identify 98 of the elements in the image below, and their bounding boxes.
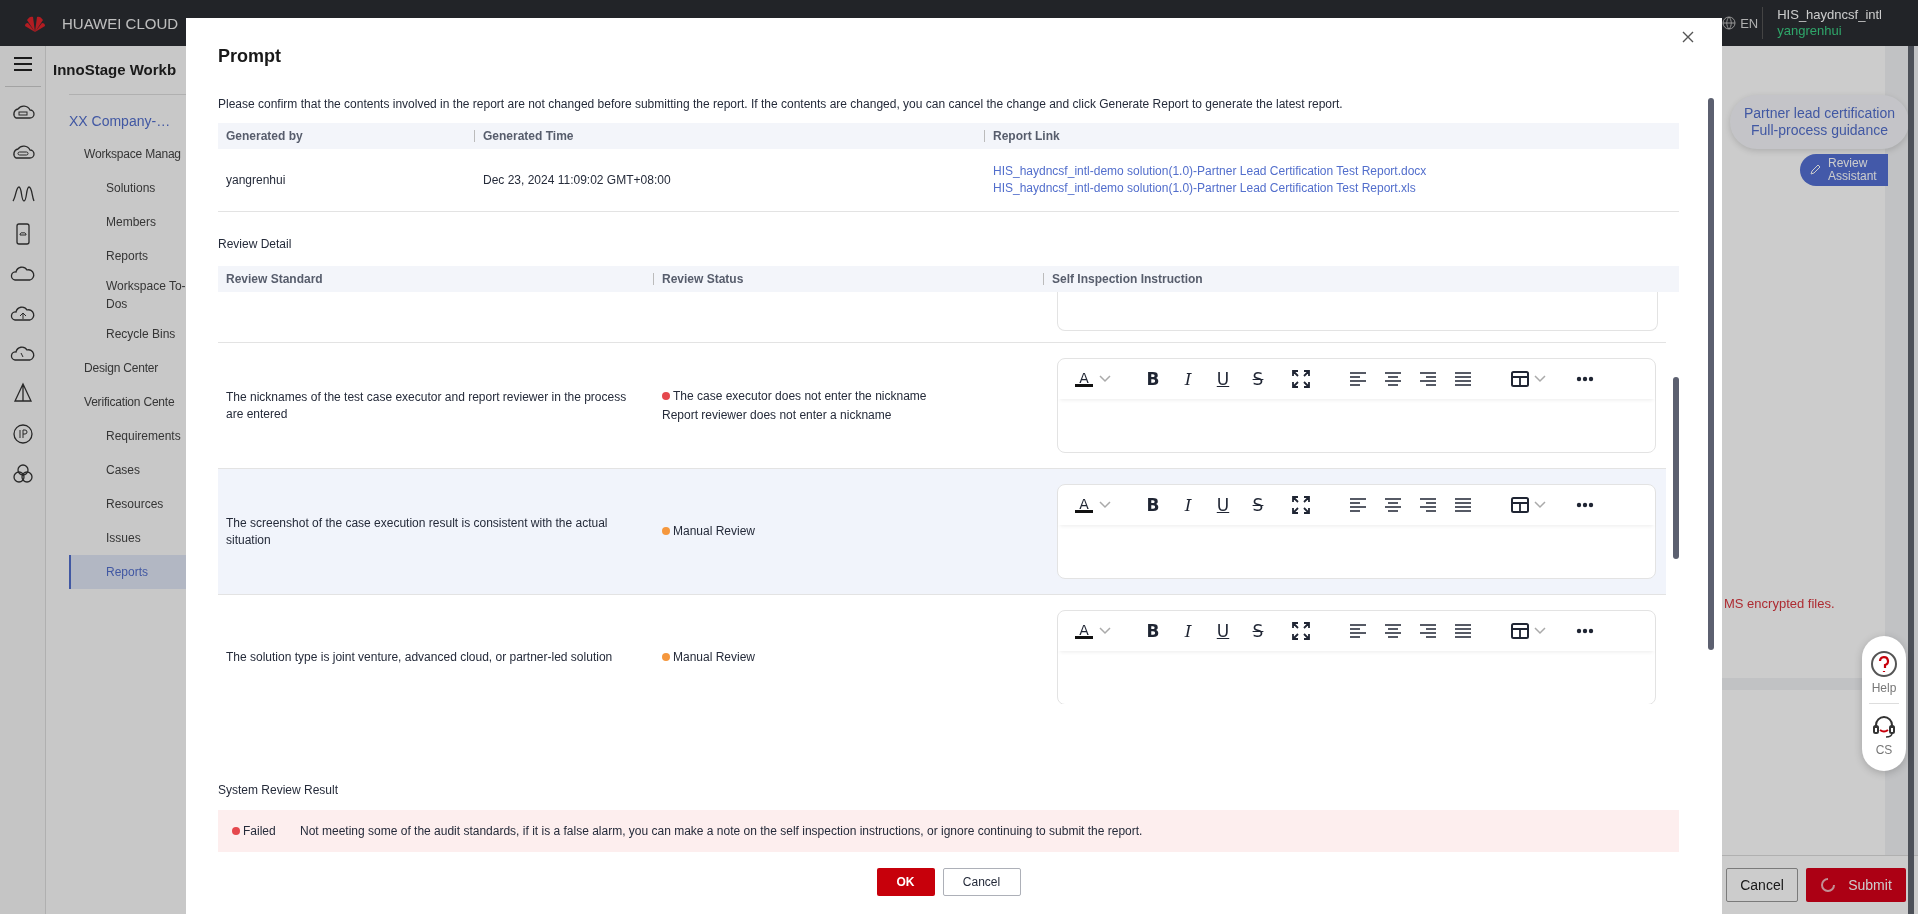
column-header: Review Status [662, 272, 744, 286]
globe-icon[interactable] [1722, 16, 1737, 30]
status-text: The case executor does not enter the nickname [673, 388, 927, 403]
table-cell: The solution type is joint venture, advanced cloud, or partner-led solution [226, 650, 613, 664]
column-header: Report Link [993, 129, 1060, 143]
nav-item[interactable]: Verification Cente [46, 385, 186, 419]
dialog-title: Prompt [218, 45, 282, 68]
fullscreen-icon[interactable] [1291, 495, 1311, 515]
nav-item[interactable]: Cases [46, 453, 186, 487]
underline-button[interactable]: U [1209, 367, 1237, 391]
table-cell: The nicknames of the test case executor and report reviewer in the process are entered [226, 389, 627, 421]
language-selector[interactable]: EN [1740, 15, 1759, 31]
project-selector[interactable]: XX Company-… [46, 113, 186, 129]
brand-name[interactable]: HUAWEI CLOUD [62, 14, 179, 32]
scrollbar-thumb[interactable] [1908, 46, 1914, 914]
report-link[interactable]: HIS_haydncsf_intl-demo solution(1.0)-Partner Lead Certification Test Report.xls [993, 181, 1679, 196]
nav-item[interactable]: Reports [46, 239, 186, 273]
font-color-button[interactable]: A [1075, 371, 1093, 387]
more-icon[interactable] [1576, 628, 1594, 634]
table-icon[interactable] [1510, 369, 1530, 389]
status-text: Failed [243, 824, 276, 838]
align-right-icon[interactable] [1418, 369, 1438, 389]
scrollbar-thumb[interactable] [1708, 98, 1714, 650]
status-text: Report reviewer does not enter a nickname [662, 407, 892, 422]
review-assistant-button[interactable]: Review Assistant [1800, 154, 1888, 186]
account-name[interactable]: HIS_haydncsf_intl [1777, 7, 1882, 23]
user-name[interactable]: yangrenhui [1777, 23, 1882, 39]
more-icon[interactable] [1576, 502, 1594, 508]
italic-button[interactable]: I [1174, 367, 1202, 391]
notice-text: MS encrypted files. [1724, 596, 1835, 611]
strikethrough-button[interactable]: S [1244, 367, 1272, 391]
table-icon[interactable] [1510, 621, 1530, 641]
report-link[interactable]: HIS_haydncsf_intl-demo solution(1.0)-Partner Lead Certification Test Report.docx [993, 164, 1679, 179]
align-center-icon[interactable] [1383, 621, 1403, 641]
table-cell: The screenshot of the case execution result is consistent with the actual situation [226, 515, 608, 547]
description-text: Please confirm that the contents involved in the report are not changed before submitting the report. If the contents are changed, you can cancel the change and click Generate Report to generate the latest report. [218, 96, 1344, 112]
justify-icon[interactable] [1453, 369, 1473, 389]
strikethrough-button[interactable]: S [1244, 493, 1272, 517]
align-center-icon[interactable] [1383, 369, 1403, 389]
close-icon[interactable] [1682, 31, 1694, 43]
help-icon[interactable] [1870, 650, 1898, 678]
section-label: Review Detail [218, 236, 293, 252]
nav-item[interactable]: Workspace Manag [46, 137, 186, 171]
status-text: Manual Review [673, 524, 756, 538]
cancel-button[interactable]: Cancel [1726, 868, 1798, 902]
align-right-icon[interactable] [1418, 495, 1438, 515]
nav-item[interactable]: Resources [46, 487, 186, 521]
table-cell: Dec 23, 2024 11:09:02 GMT+08:00 [483, 173, 671, 187]
text-editor[interactable]: A B I U S [1057, 610, 1656, 704]
table-icon[interactable] [1510, 495, 1530, 515]
menu-icon[interactable] [11, 54, 34, 74]
section-label: System Review Result [218, 782, 340, 798]
help-label[interactable]: Help [1871, 681, 1897, 695]
italic-button[interactable]: I [1174, 493, 1202, 517]
align-left-icon[interactable] [1348, 621, 1368, 641]
text-editor[interactable]: A B I U S [1057, 484, 1656, 579]
ok-button[interactable]: OK [876, 868, 935, 896]
strikethrough-button[interactable]: S [1244, 619, 1272, 643]
nav-item[interactable]: Workspace To-Dos [46, 273, 188, 317]
pencil-icon [1809, 164, 1821, 176]
column-header: Review Standard [226, 272, 323, 286]
result-message: Not meeting some of the audit standards, if it is a false alarm, you can make a note on the self inspection instructions, or ignore continuing to submit the report. [300, 824, 1143, 838]
spinner-icon [1820, 877, 1837, 893]
help-label[interactable]: CS [1875, 743, 1893, 757]
align-left-icon[interactable] [1348, 495, 1368, 515]
underline-button[interactable]: U [1209, 493, 1237, 517]
nav-item[interactable]: Solutions [46, 171, 186, 205]
fullscreen-icon[interactable] [1291, 621, 1311, 641]
column-header: Generated Time [483, 129, 574, 143]
more-icon[interactable] [1576, 376, 1594, 382]
nav-item[interactable]: Design Center [46, 351, 186, 385]
nav-item[interactable]: Issues [46, 521, 186, 555]
bold-button[interactable]: B [1139, 619, 1167, 643]
nav-item[interactable]: Recycle Bins [46, 317, 186, 351]
column-header: Self Inspection Instruction [1052, 272, 1203, 286]
fullscreen-icon[interactable] [1291, 369, 1311, 389]
bold-button[interactable]: B [1139, 493, 1167, 517]
underline-button[interactable]: U [1209, 619, 1237, 643]
submit-button[interactable]: Submit [1806, 868, 1906, 902]
align-left-icon[interactable] [1348, 369, 1368, 389]
guide-bubble[interactable]: Partner lead certification Full-process guidance [1730, 95, 1909, 149]
status-text: Manual Review [673, 650, 756, 664]
nav-item[interactable]: Requirements [46, 419, 186, 453]
justify-icon[interactable] [1453, 495, 1473, 515]
workbench-title: InnoStage Workb [52, 60, 178, 80]
italic-button[interactable]: I [1174, 619, 1202, 643]
bold-button[interactable]: B [1139, 367, 1167, 391]
align-right-icon[interactable] [1418, 621, 1438, 641]
align-center-icon[interactable] [1383, 495, 1403, 515]
column-header: Generated by [226, 129, 303, 143]
font-color-button[interactable]: A [1075, 497, 1093, 513]
scrollbar-thumb[interactable] [1673, 377, 1679, 559]
table-cell: yangrenhui [226, 173, 286, 187]
justify-icon[interactable] [1453, 621, 1473, 641]
text-editor[interactable]: A B I U S [1057, 358, 1656, 453]
nav-item[interactable]: Members [46, 205, 186, 239]
cancel-button[interactable]: Cancel [942, 868, 1021, 896]
font-color-button[interactable]: A [1075, 623, 1093, 639]
